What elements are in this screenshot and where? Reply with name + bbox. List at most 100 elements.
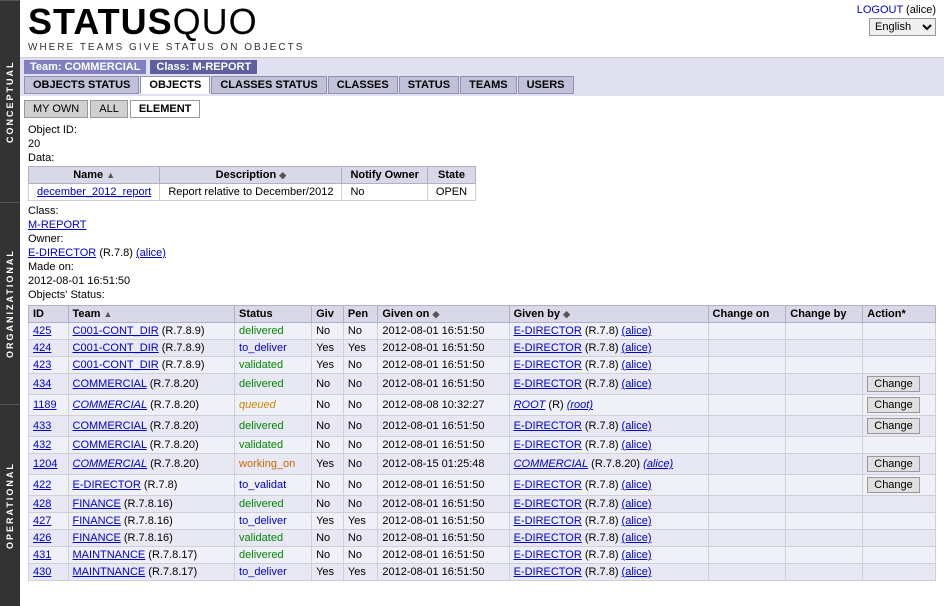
id-link[interactable]: 1204 [33, 458, 57, 470]
given-on-value: 2012-08-01 16:51:50 [378, 357, 509, 374]
team-link[interactable]: C001-CONT_DIR [73, 342, 159, 354]
change-button[interactable]: Change [867, 477, 920, 493]
given-by-link[interactable]: E-DIRECTOR [514, 549, 582, 561]
change-button[interactable]: Change [867, 456, 920, 472]
id-link[interactable]: 433 [33, 420, 51, 432]
change-button[interactable]: Change [867, 397, 920, 413]
given-by-user-link[interactable]: (alice) [622, 325, 652, 337]
change-button[interactable]: Change [867, 418, 920, 434]
team-link[interactable]: C001-CONT_DIR [73, 359, 159, 371]
given-by-user-link[interactable]: (alice) [622, 359, 652, 371]
id-link[interactable]: 426 [33, 532, 51, 544]
left-label-organizational: ORGANIZATIONAL [0, 202, 20, 404]
given-on-value: 2012-08-01 16:51:50 [378, 475, 509, 496]
tab-classes-status[interactable]: CLASSES STATUS [211, 76, 326, 94]
given-by-cell: E-DIRECTOR (R.7.8) (alice) [509, 374, 708, 395]
tab-users[interactable]: USERS [518, 76, 574, 94]
header: STATUSQUO WHERE TEAMS GIVE STATUS ON OBJ… [20, 0, 944, 58]
status-value: delivered [239, 378, 284, 390]
team-link[interactable]: COMMERCIAL [73, 420, 147, 432]
given-by-user-link[interactable]: (root) [567, 399, 593, 411]
class-value-row: M-REPORT [28, 219, 936, 231]
given-by-link[interactable]: E-DIRECTOR [514, 566, 582, 578]
id-link[interactable]: 427 [33, 515, 51, 527]
team-link[interactable]: COMMERCIAL [73, 458, 148, 470]
given-by-link[interactable]: E-DIRECTOR [514, 325, 582, 337]
given-by-link[interactable]: E-DIRECTOR [514, 498, 582, 510]
object-row: december_2012_report Report relative to … [29, 184, 476, 201]
team-link[interactable]: COMMERCIAL [73, 439, 147, 451]
given-by-user-link[interactable]: (alice) [622, 378, 652, 390]
id-link[interactable]: 1189 [33, 399, 57, 411]
given-by-link[interactable]: ROOT [514, 399, 546, 411]
table-row: 433 COMMERCIAL (R.7.8.20) delivered No N… [29, 416, 936, 437]
language-select[interactable]: English Français Deutsch [869, 18, 936, 36]
team-link[interactable]: E-DIRECTOR [73, 479, 141, 491]
obj-name-link[interactable]: december_2012_report [37, 186, 151, 198]
status-value: validated [239, 532, 283, 544]
left-bar: CONCEPTUAL ORGANIZATIONAL OPERATIONAL [0, 0, 20, 606]
table-row: 423 C001-CONT_DIR (R.7.8.9) validated Ye… [29, 357, 936, 374]
id-link[interactable]: 425 [33, 325, 51, 337]
team-link[interactable]: COMMERCIAL [73, 399, 148, 411]
given-by-link[interactable]: E-DIRECTOR [514, 479, 582, 491]
change-button[interactable]: Change [867, 376, 920, 392]
given-by-user-link[interactable]: (alice) [622, 342, 652, 354]
given-by-link[interactable]: E-DIRECTOR [514, 420, 582, 432]
id-link[interactable]: 430 [33, 566, 51, 578]
tab-objects[interactable]: OBJECTS [140, 76, 210, 94]
given-by-user-link[interactable]: (alice) [622, 515, 652, 527]
given-by-link[interactable]: E-DIRECTOR [514, 439, 582, 451]
id-link[interactable]: 431 [33, 549, 51, 561]
subtab-element[interactable]: ELEMENT [130, 100, 201, 118]
team-link[interactable]: FINANCE [73, 515, 121, 527]
table-row: 434 COMMERCIAL (R.7.8.20) delivered No N… [29, 374, 936, 395]
id-link[interactable]: 428 [33, 498, 51, 510]
giv-value: No [312, 547, 344, 564]
team-link[interactable]: MAINTNANCE [73, 549, 146, 561]
given-by-link[interactable]: COMMERCIAL [514, 458, 589, 470]
given-by-user-link[interactable]: (alice) [622, 549, 652, 561]
subtab-all[interactable]: ALL [90, 100, 128, 118]
logout-link[interactable]: LOGOUT [857, 4, 903, 16]
tab-status[interactable]: STATUS [399, 76, 459, 94]
given-on-value: 2012-08-01 16:51:50 [378, 564, 509, 581]
change-on-value [708, 547, 786, 564]
id-link[interactable]: 434 [33, 378, 51, 390]
tab-classes[interactable]: CLASSES [328, 76, 398, 94]
made-on-value: 2012-08-01 16:51:50 [28, 275, 130, 287]
id-link[interactable]: 423 [33, 359, 51, 371]
given-by-link[interactable]: E-DIRECTOR [514, 515, 582, 527]
given-by-link[interactable]: E-DIRECTOR [514, 359, 582, 371]
given-by-user-link[interactable]: (alice) [622, 498, 652, 510]
owner-value-link[interactable]: E-DIRECTOR [28, 247, 96, 259]
tab-objects-status[interactable]: OBJECTS STATUS [24, 76, 139, 94]
tab-teams[interactable]: TEAMS [460, 76, 517, 94]
given-by-user-link[interactable]: (alice) [622, 479, 652, 491]
given-by-user-link[interactable]: (alice) [643, 458, 673, 470]
given-by-link[interactable]: E-DIRECTOR [514, 532, 582, 544]
given-on-value: 2012-08-08 10:32:27 [378, 395, 509, 416]
id-link[interactable]: 424 [33, 342, 51, 354]
owner-user-link[interactable]: (alice) [136, 247, 166, 259]
class-value-link[interactable]: M-REPORT [28, 219, 86, 231]
team-link[interactable]: COMMERCIAL [73, 378, 147, 390]
team-link[interactable]: FINANCE [73, 532, 121, 544]
id-link[interactable]: 422 [33, 479, 51, 491]
team-link[interactable]: FINANCE [73, 498, 121, 510]
given-by-link[interactable]: E-DIRECTOR [514, 378, 582, 390]
subtab-my-own[interactable]: MY OWN [24, 100, 88, 118]
given-by-link[interactable]: E-DIRECTOR [514, 342, 582, 354]
given-by-cell: E-DIRECTOR (R.7.8) (alice) [509, 340, 708, 357]
given-by-user-link[interactable]: (alice) [622, 439, 652, 451]
id-link[interactable]: 432 [33, 439, 51, 451]
team-link[interactable]: C001-CONT_DIR [73, 325, 159, 337]
action-cell [863, 496, 936, 513]
given-by-user-link[interactable]: (alice) [622, 566, 652, 578]
nav-area: Team: COMMERCIAL Class: M-REPORT OBJECTS… [20, 58, 944, 96]
given-by-cell: E-DIRECTOR (R.7.8) (alice) [509, 437, 708, 454]
given-by-user-link[interactable]: (alice) [622, 532, 652, 544]
team-link[interactable]: MAINTNANCE [73, 566, 146, 578]
status-value: to_deliver [239, 566, 287, 578]
given-by-user-link[interactable]: (alice) [622, 420, 652, 432]
